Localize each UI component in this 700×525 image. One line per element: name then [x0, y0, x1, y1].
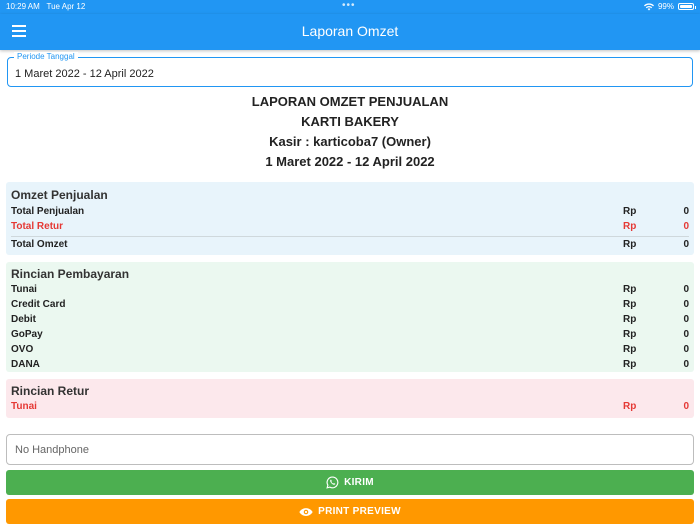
page-title: Laporan Omzet: [301, 23, 399, 39]
row-currency: Rp: [623, 221, 637, 232]
row-amount: 0: [683, 239, 689, 250]
battery-icon: [678, 3, 696, 10]
status-bar: 10:29 AM Tue Apr 12 ••• 99%: [0, 0, 700, 14]
row-currency: Rp: [623, 329, 637, 340]
row-label: Tunai: [11, 284, 37, 295]
report-header: LAPORAN OMZET PENJUALAN KARTI BAKERY Kas…: [0, 94, 700, 174]
row-label: Total Retur: [11, 221, 64, 232]
row-currency: Rp: [623, 284, 637, 295]
row-label: Total Omzet: [11, 239, 68, 250]
row-amount: 0: [683, 344, 689, 355]
payment-title: Rincian Pembayaran: [11, 267, 130, 281]
status-right: 99%: [643, 2, 696, 11]
row-amount: 0: [683, 284, 689, 295]
omzet-title: Omzet Penjualan: [11, 188, 108, 202]
battery-percent: 99%: [657, 2, 674, 11]
row-currency: Rp: [623, 401, 637, 412]
row-amount: 0: [683, 299, 689, 310]
row-amount: 0: [683, 206, 689, 217]
row-currency: Rp: [623, 206, 637, 217]
period-date-value: 1 Maret 2022 - 12 April 2022: [15, 68, 154, 80]
omzet-card: Omzet Penjualan Total Penjualan Rp 0 Tot…: [6, 182, 694, 255]
period-date-field[interactable]: Periode Tanggal 1 Maret 2022 - 12 April …: [7, 52, 693, 87]
row-label: GoPay: [11, 329, 43, 340]
eye-icon: [299, 507, 313, 516]
row-debit: Debit Rp 0: [11, 314, 689, 329]
row-total-penjualan: Total Penjualan Rp 0: [11, 206, 689, 221]
row-currency: Rp: [623, 314, 637, 325]
row-retur-tunai: Tunai Rp 0: [11, 401, 689, 416]
multitask-dots-icon: •••: [342, 0, 356, 11]
return-title: Rincian Retur: [11, 384, 90, 398]
row-label: DANA: [11, 359, 40, 370]
app-bar: Laporan Omzet: [0, 14, 700, 50]
print-preview-button[interactable]: PRINT PREVIEW: [6, 499, 694, 524]
row-currency: Rp: [623, 344, 637, 355]
report-title: LAPORAN OMZET PENJUALAN: [251, 94, 449, 109]
row-label: Credit Card: [11, 299, 66, 310]
row-total-retur: Total Retur Rp 0: [11, 221, 689, 236]
row-total-omzet: Total Omzet Rp 0: [11, 239, 689, 254]
row-currency: Rp: [623, 299, 637, 310]
row-tunai: Tunai Rp 0: [11, 284, 689, 299]
report-cashier: Kasir : karticoba7 (Owner): [269, 134, 431, 149]
row-label: OVO: [11, 344, 34, 355]
phone-number-input[interactable]: [6, 434, 694, 465]
report-store-name: KARTI BAKERY: [301, 114, 399, 129]
row-label: Total Penjualan: [11, 206, 85, 217]
status-time: 10:29 AM Tue Apr 12: [6, 2, 86, 11]
divider: [11, 236, 689, 237]
payment-card: Rincian Pembayaran Tunai Rp 0 Credit Car…: [6, 262, 694, 372]
row-ovo: OVO Rp 0: [11, 344, 689, 359]
report-period: 1 Maret 2022 - 12 April 2022: [265, 154, 435, 169]
row-dana: DANA Rp 0: [11, 359, 689, 374]
row-label: Tunai: [11, 401, 37, 412]
status-date: Tue Apr 12: [46, 2, 86, 11]
period-date-label: Periode Tanggal: [14, 52, 78, 61]
row-amount: 0: [683, 221, 689, 232]
row-gopay: GoPay Rp 0: [11, 329, 689, 344]
row-credit-card: Credit Card Rp 0: [11, 299, 689, 314]
row-currency: Rp: [623, 359, 637, 370]
row-amount: 0: [683, 359, 689, 370]
whatsapp-icon: [326, 476, 339, 489]
row-currency: Rp: [623, 239, 637, 250]
wifi-icon: [643, 2, 654, 10]
row-amount: 0: [683, 314, 689, 325]
row-amount: 0: [683, 401, 689, 412]
kirim-label: KIRIM: [344, 477, 374, 488]
row-label: Debit: [11, 314, 36, 325]
kirim-button[interactable]: KIRIM: [6, 470, 694, 495]
return-card: Rincian Retur Tunai Rp 0: [6, 379, 694, 418]
row-amount: 0: [683, 329, 689, 340]
print-preview-label: PRINT PREVIEW: [318, 506, 401, 517]
